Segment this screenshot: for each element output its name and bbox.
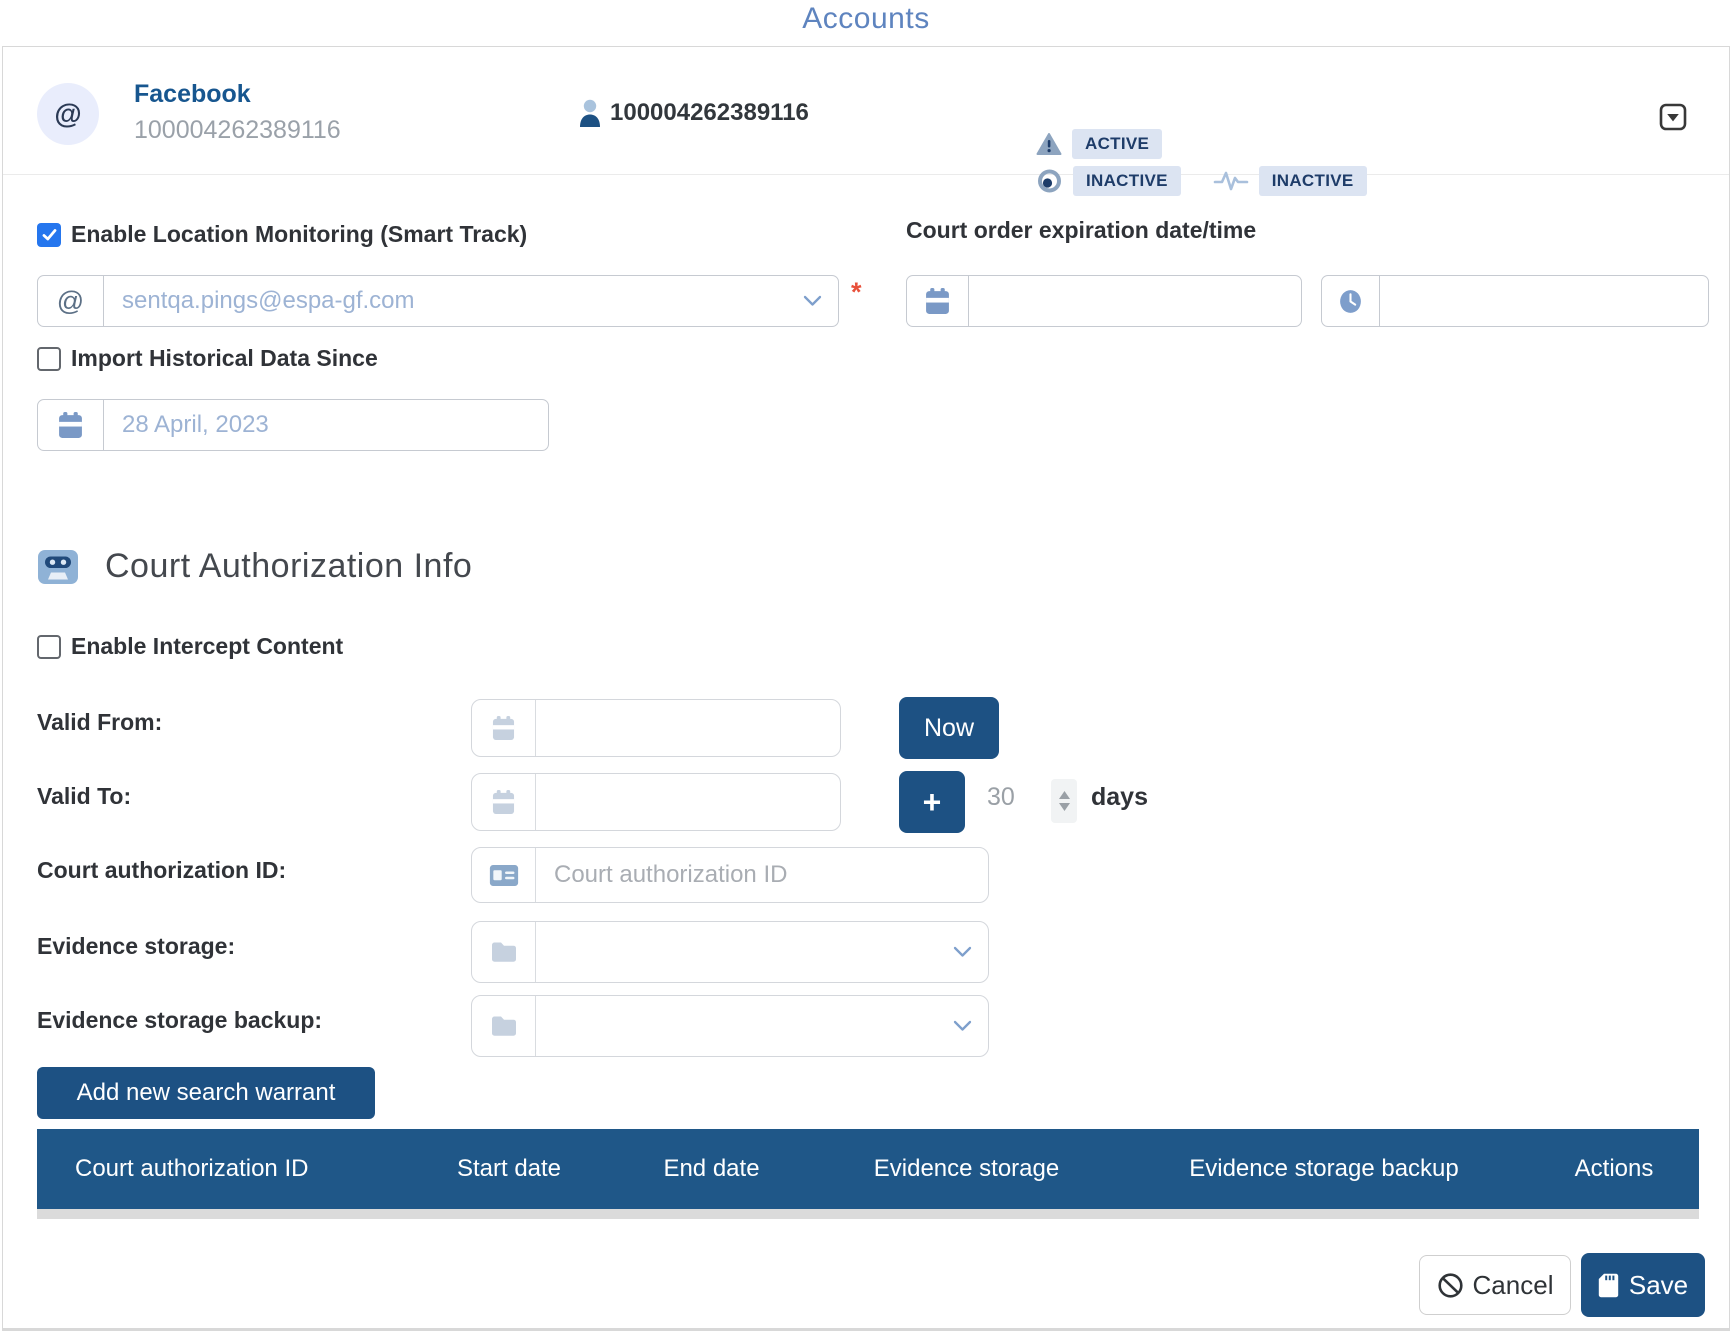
at-icon: @ [54,98,81,130]
user-id-block: 100004262389116 [578,99,809,127]
account-header: @ Facebook 100004262389116 1000042623891… [3,47,1729,175]
save-button-label: Save [1629,1270,1688,1301]
auth-id-input[interactable] [536,848,988,902]
account-avatar: @ [37,83,99,145]
chevron-down-icon [953,946,972,958]
evidence-storage-input[interactable] [536,922,953,982]
location-monitoring-checkbox[interactable] [37,223,61,247]
pulse-icon [1213,168,1249,194]
historical-date-field[interactable] [37,399,549,451]
at-icon: @ [38,276,104,326]
save-icon [1598,1273,1619,1298]
stepper-down-icon [1059,803,1070,811]
calendar-icon [38,400,104,450]
user-id-value: 100004262389116 [610,99,809,127]
monitoring-email-input[interactable] [104,276,803,326]
chevron-down-icon [803,295,822,307]
clock-icon [1322,276,1380,326]
evidence-backup-input[interactable] [536,996,953,1056]
add-days-button[interactable]: + [899,771,965,833]
valid-to-input[interactable] [536,774,840,830]
court-authorization-section-header: Court Authorization Info [37,547,472,586]
import-historical-label: Import Historical Data Since [71,345,378,372]
evidence-backup-select[interactable] [471,995,989,1057]
enable-location-monitoring-row: Enable Location Monitoring (Smart Track) [37,221,527,248]
evidence-storage-label: Evidence storage: [37,933,235,960]
warrants-table-header: Court authorization ID Start date End da… [37,1129,1699,1209]
now-button[interactable]: Now [899,697,999,759]
save-button[interactable]: Save [1581,1253,1705,1317]
expiration-time-input[interactable] [1380,276,1708,326]
status-badges: ACTIVE INACTIVE INACTIVE [1036,128,1367,202]
column-header-evidence-backup: Evidence storage backup [1119,1155,1529,1183]
court-order-expiration-heading: Court order expiration date/time [906,217,1256,244]
status-badge: ACTIVE [1072,129,1162,159]
ban-icon [1437,1272,1464,1299]
column-header-evidence-storage: Evidence storage [814,1155,1119,1183]
evidence-storage-select[interactable] [471,921,989,983]
folder-icon [472,996,536,1056]
column-header-start-date: Start date [409,1155,609,1183]
days-stepper[interactable] [1051,779,1077,823]
person-icon [578,99,602,127]
table-empty-strip [37,1209,1699,1219]
historical-date-input[interactable] [104,400,548,450]
status-row-1: ACTIVE [1036,128,1367,159]
chevron-down-icon [953,1020,972,1032]
expiration-date-field[interactable] [906,275,1302,327]
monitoring-email-select[interactable]: @ [37,275,839,327]
valid-from-input[interactable] [536,700,840,756]
column-header-end-date: End date [609,1155,814,1183]
import-historical-checkbox[interactable] [37,347,61,371]
valid-to-label: Valid To: [37,783,131,810]
cancel-button[interactable]: Cancel [1419,1255,1571,1315]
expiration-time-field[interactable] [1321,275,1709,327]
expiration-date-input[interactable] [969,276,1301,326]
cancel-button-label: Cancel [1473,1270,1554,1301]
folder-icon [472,922,536,982]
intercept-content-label: Enable Intercept Content [71,633,343,660]
eye-icon [1036,168,1063,194]
status-row-2: INACTIVE INACTIVE [1036,165,1367,196]
intercept-content-checkbox[interactable] [37,635,61,659]
platform-account-id: 100004262389116 [134,116,341,145]
column-header-auth-id: Court authorization ID [37,1155,409,1183]
account-card: @ Facebook 100004262389116 1000042623891… [2,46,1730,1331]
page-title: Accounts [0,2,1732,36]
accounts-page: { "page": { "title": "Accounts" }, "icon… [0,0,1732,1342]
id-card-icon [472,848,536,902]
valid-to-field[interactable] [471,773,841,831]
status-badge: INACTIVE [1073,166,1181,196]
calendar-icon [472,700,536,756]
status-badge: INACTIVE [1259,166,1367,196]
calendar-icon [472,774,536,830]
add-search-warrant-button[interactable]: Add new search warrant [37,1067,375,1119]
evidence-backup-label: Evidence storage backup: [37,1007,322,1034]
cassette-icon [37,548,79,586]
enable-intercept-row: Enable Intercept Content [37,633,343,660]
warning-triangle-icon [1036,132,1062,156]
platform-name-link[interactable]: Facebook [134,80,251,109]
auth-id-field[interactable] [471,847,989,903]
valid-from-label: Valid From: [37,709,162,736]
stepper-up-icon [1059,791,1070,799]
required-marker: * [851,277,862,308]
days-count-input[interactable] [987,783,1043,812]
import-historical-row: Import Historical Data Since [37,345,378,372]
column-header-actions: Actions [1529,1155,1699,1183]
calendar-icon [907,276,969,326]
valid-from-field[interactable] [471,699,841,757]
location-monitoring-label: Enable Location Monitoring (Smart Track) [71,221,527,248]
court-authorization-heading: Court Authorization Info [105,547,472,586]
days-label: days [1091,783,1148,812]
auth-id-label: Court authorization ID: [37,857,286,884]
collapse-caret-button[interactable] [1659,103,1687,131]
